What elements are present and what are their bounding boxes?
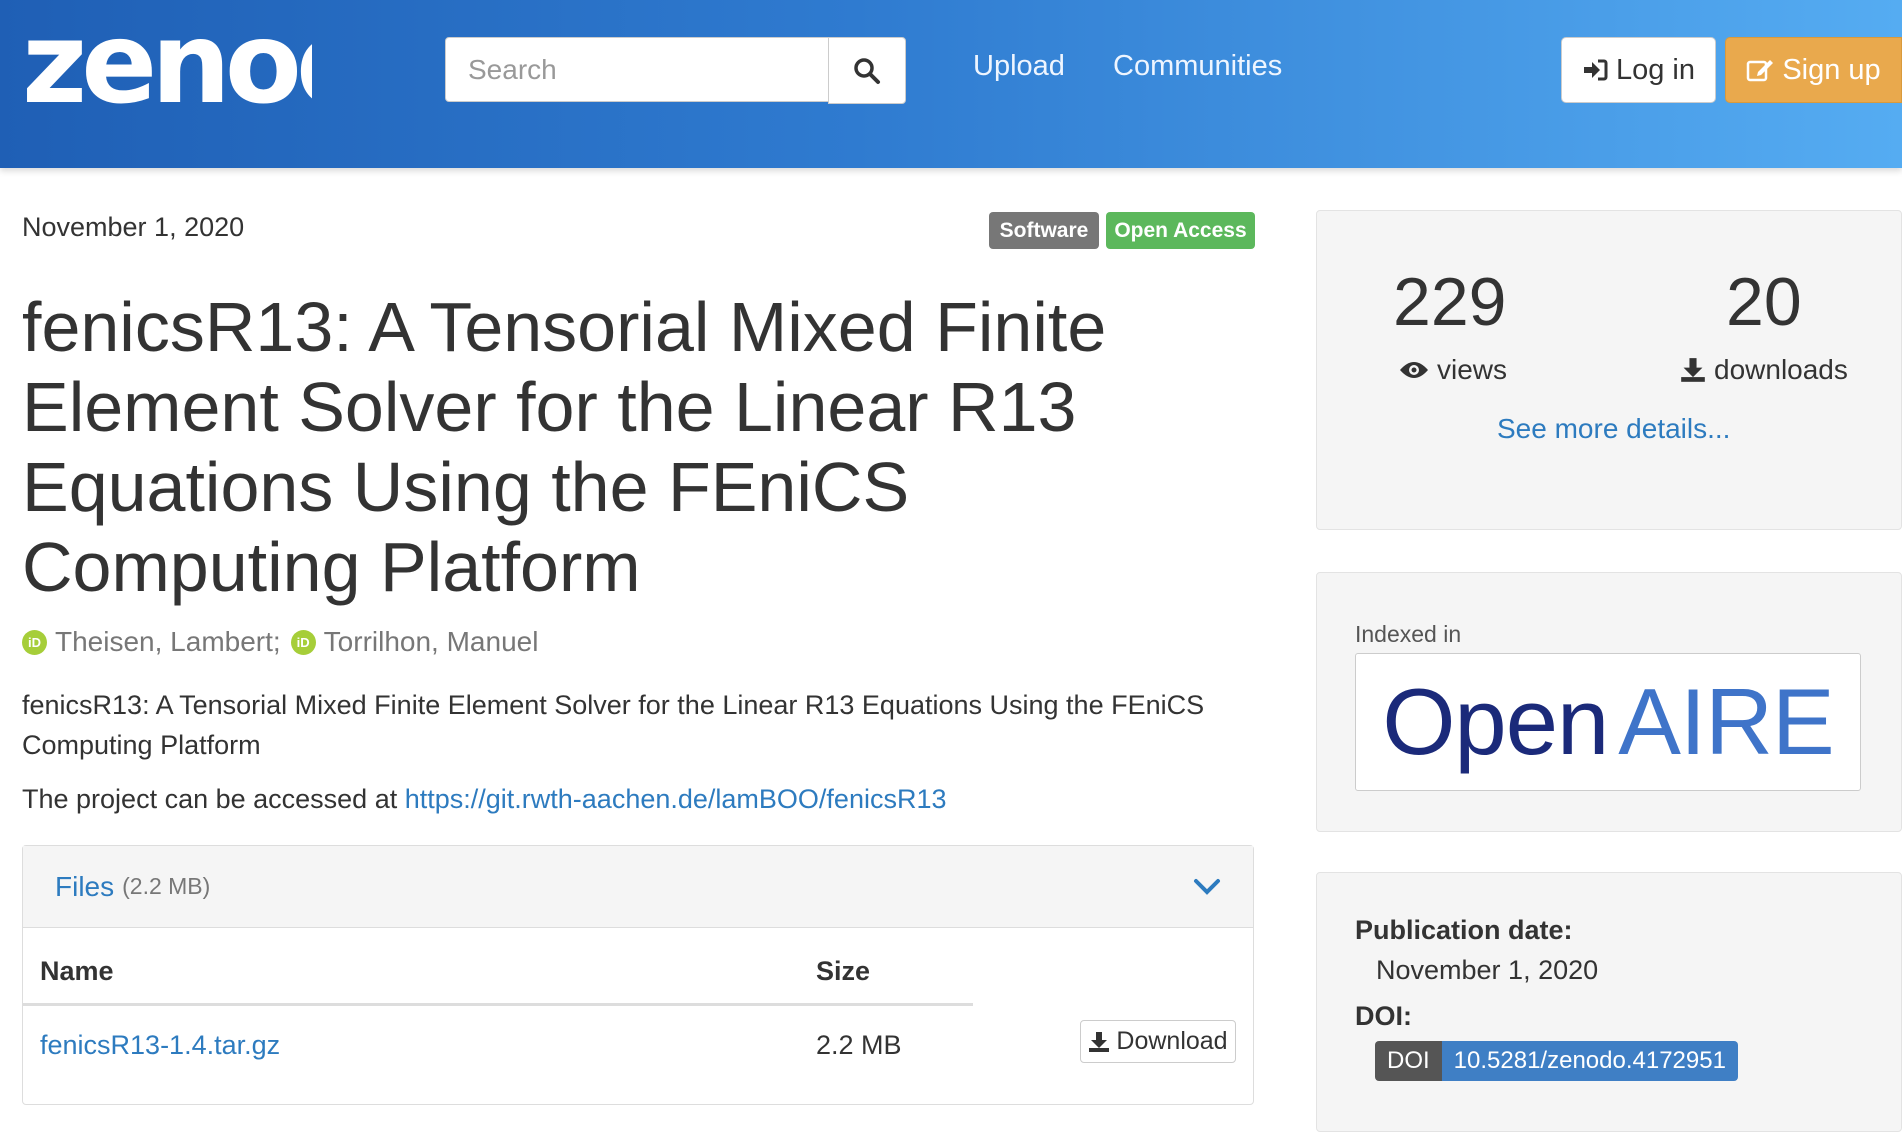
doi-badge-value: 10.5281/zenodo.4172951 <box>1441 1041 1738 1081</box>
orcid-icon[interactable]: iD <box>290 629 316 655</box>
downloads-count: 20 <box>1726 264 1802 340</box>
signup-button[interactable]: Sign up <box>1725 37 1902 103</box>
column-header-name: Name <box>40 956 114 986</box>
indexed-in-label: Indexed in <box>1355 621 1462 647</box>
edit-icon <box>1747 60 1774 82</box>
files-panel-header[interactable]: Files (2.2 MB) <box>23 846 1253 928</box>
files-title[interactable]: Files <box>55 871 114 903</box>
doi-badge-tag: DOI <box>1375 1041 1442 1081</box>
views-label-group: views <box>1399 354 1507 386</box>
publication-date-label: Publication date: <box>1355 915 1573 945</box>
downloads-label-group: downloads <box>1680 354 1848 386</box>
see-more-details-link[interactable]: See more details... <box>1497 413 1730 445</box>
access-line: The project can be accessed at https://g… <box>22 784 947 815</box>
download-icon <box>1681 358 1705 382</box>
chevron-down-icon[interactable] <box>1193 878 1221 896</box>
zenodo-logo[interactable]: zenodo <box>22 2 312 132</box>
record-title: fenicsR13: A Tensorial Mixed Finite Elem… <box>22 288 1107 606</box>
project-url-link[interactable]: https://git.rwth-aachen.de/lamBOO/fenics… <box>405 784 947 814</box>
access-badge[interactable]: Open Access <box>1106 212 1255 249</box>
logo-text: zenodo <box>22 2 312 129</box>
author-list: iD Theisen, Lambert; iD Torrilhon, Manue… <box>22 626 538 658</box>
indexed-in-panel: Indexed in Open AIRE <box>1316 572 1902 832</box>
views-label: views <box>1437 354 1508 385</box>
doi-badge[interactable]: DOI 10.5281/zenodo.4172951 <box>1375 1041 1738 1081</box>
search-button[interactable] <box>828 37 906 104</box>
type-badge[interactable]: Software <box>989 212 1099 249</box>
author-name: Torrilhon, Manuel <box>323 626 539 657</box>
site-header: zenodo Upload Communities Log in Sign up <box>0 0 1902 168</box>
openaire-logo[interactable]: Open AIRE <box>1355 653 1861 791</box>
login-button[interactable]: Log in <box>1561 37 1716 103</box>
file-name-link[interactable]: fenicsR13-1.4.tar.gz <box>40 1030 280 1061</box>
sign-in-icon <box>1583 59 1608 81</box>
orcid-icon[interactable]: iD <box>22 629 47 655</box>
openaire-logo-open: Open <box>1382 669 1609 774</box>
search-icon <box>854 57 880 84</box>
download-button[interactable]: Download <box>1080 1020 1236 1063</box>
download-icon <box>1089 1031 1110 1052</box>
record-date: November 1, 2020 <box>22 212 245 242</box>
publication-date-value: November 1, 2020 <box>1376 955 1599 985</box>
openaire-logo-aire: AIRE <box>1618 669 1834 774</box>
access-prefix: The project can be accessed at <box>22 784 405 814</box>
nav-communities-link[interactable]: Communities <box>1113 50 1282 83</box>
doi-label: DOI: <box>1355 1001 1412 1031</box>
search-input[interactable] <box>445 37 829 102</box>
files-total-size: (2.2 MB) <box>122 873 211 899</box>
file-size: 2.2 MB <box>816 1030 902 1060</box>
downloads-label: downloads <box>1714 354 1848 385</box>
signup-label: Sign up <box>1782 53 1881 86</box>
views-count: 229 <box>1393 264 1507 340</box>
record-description: fenicsR13: A Tensorial Mixed Finite Elem… <box>22 690 1205 760</box>
eye-icon <box>1400 362 1428 378</box>
table-header-divider <box>23 1003 973 1006</box>
nav-upload-link[interactable]: Upload <box>973 50 1065 83</box>
stats-panel: 229 20 views downloads See more details.… <box>1316 210 1902 530</box>
publication-info-panel: Publication date: November 1, 2020 DOI: … <box>1316 872 1902 1132</box>
files-panel: Files (2.2 MB) Name Size fenicsR13-1.4.t… <box>22 845 1254 1105</box>
login-label: Log in <box>1615 53 1695 86</box>
author-name: Theisen, Lambert; <box>55 626 281 657</box>
column-header-size: Size <box>816 956 871 986</box>
download-label: Download <box>1116 1027 1228 1055</box>
